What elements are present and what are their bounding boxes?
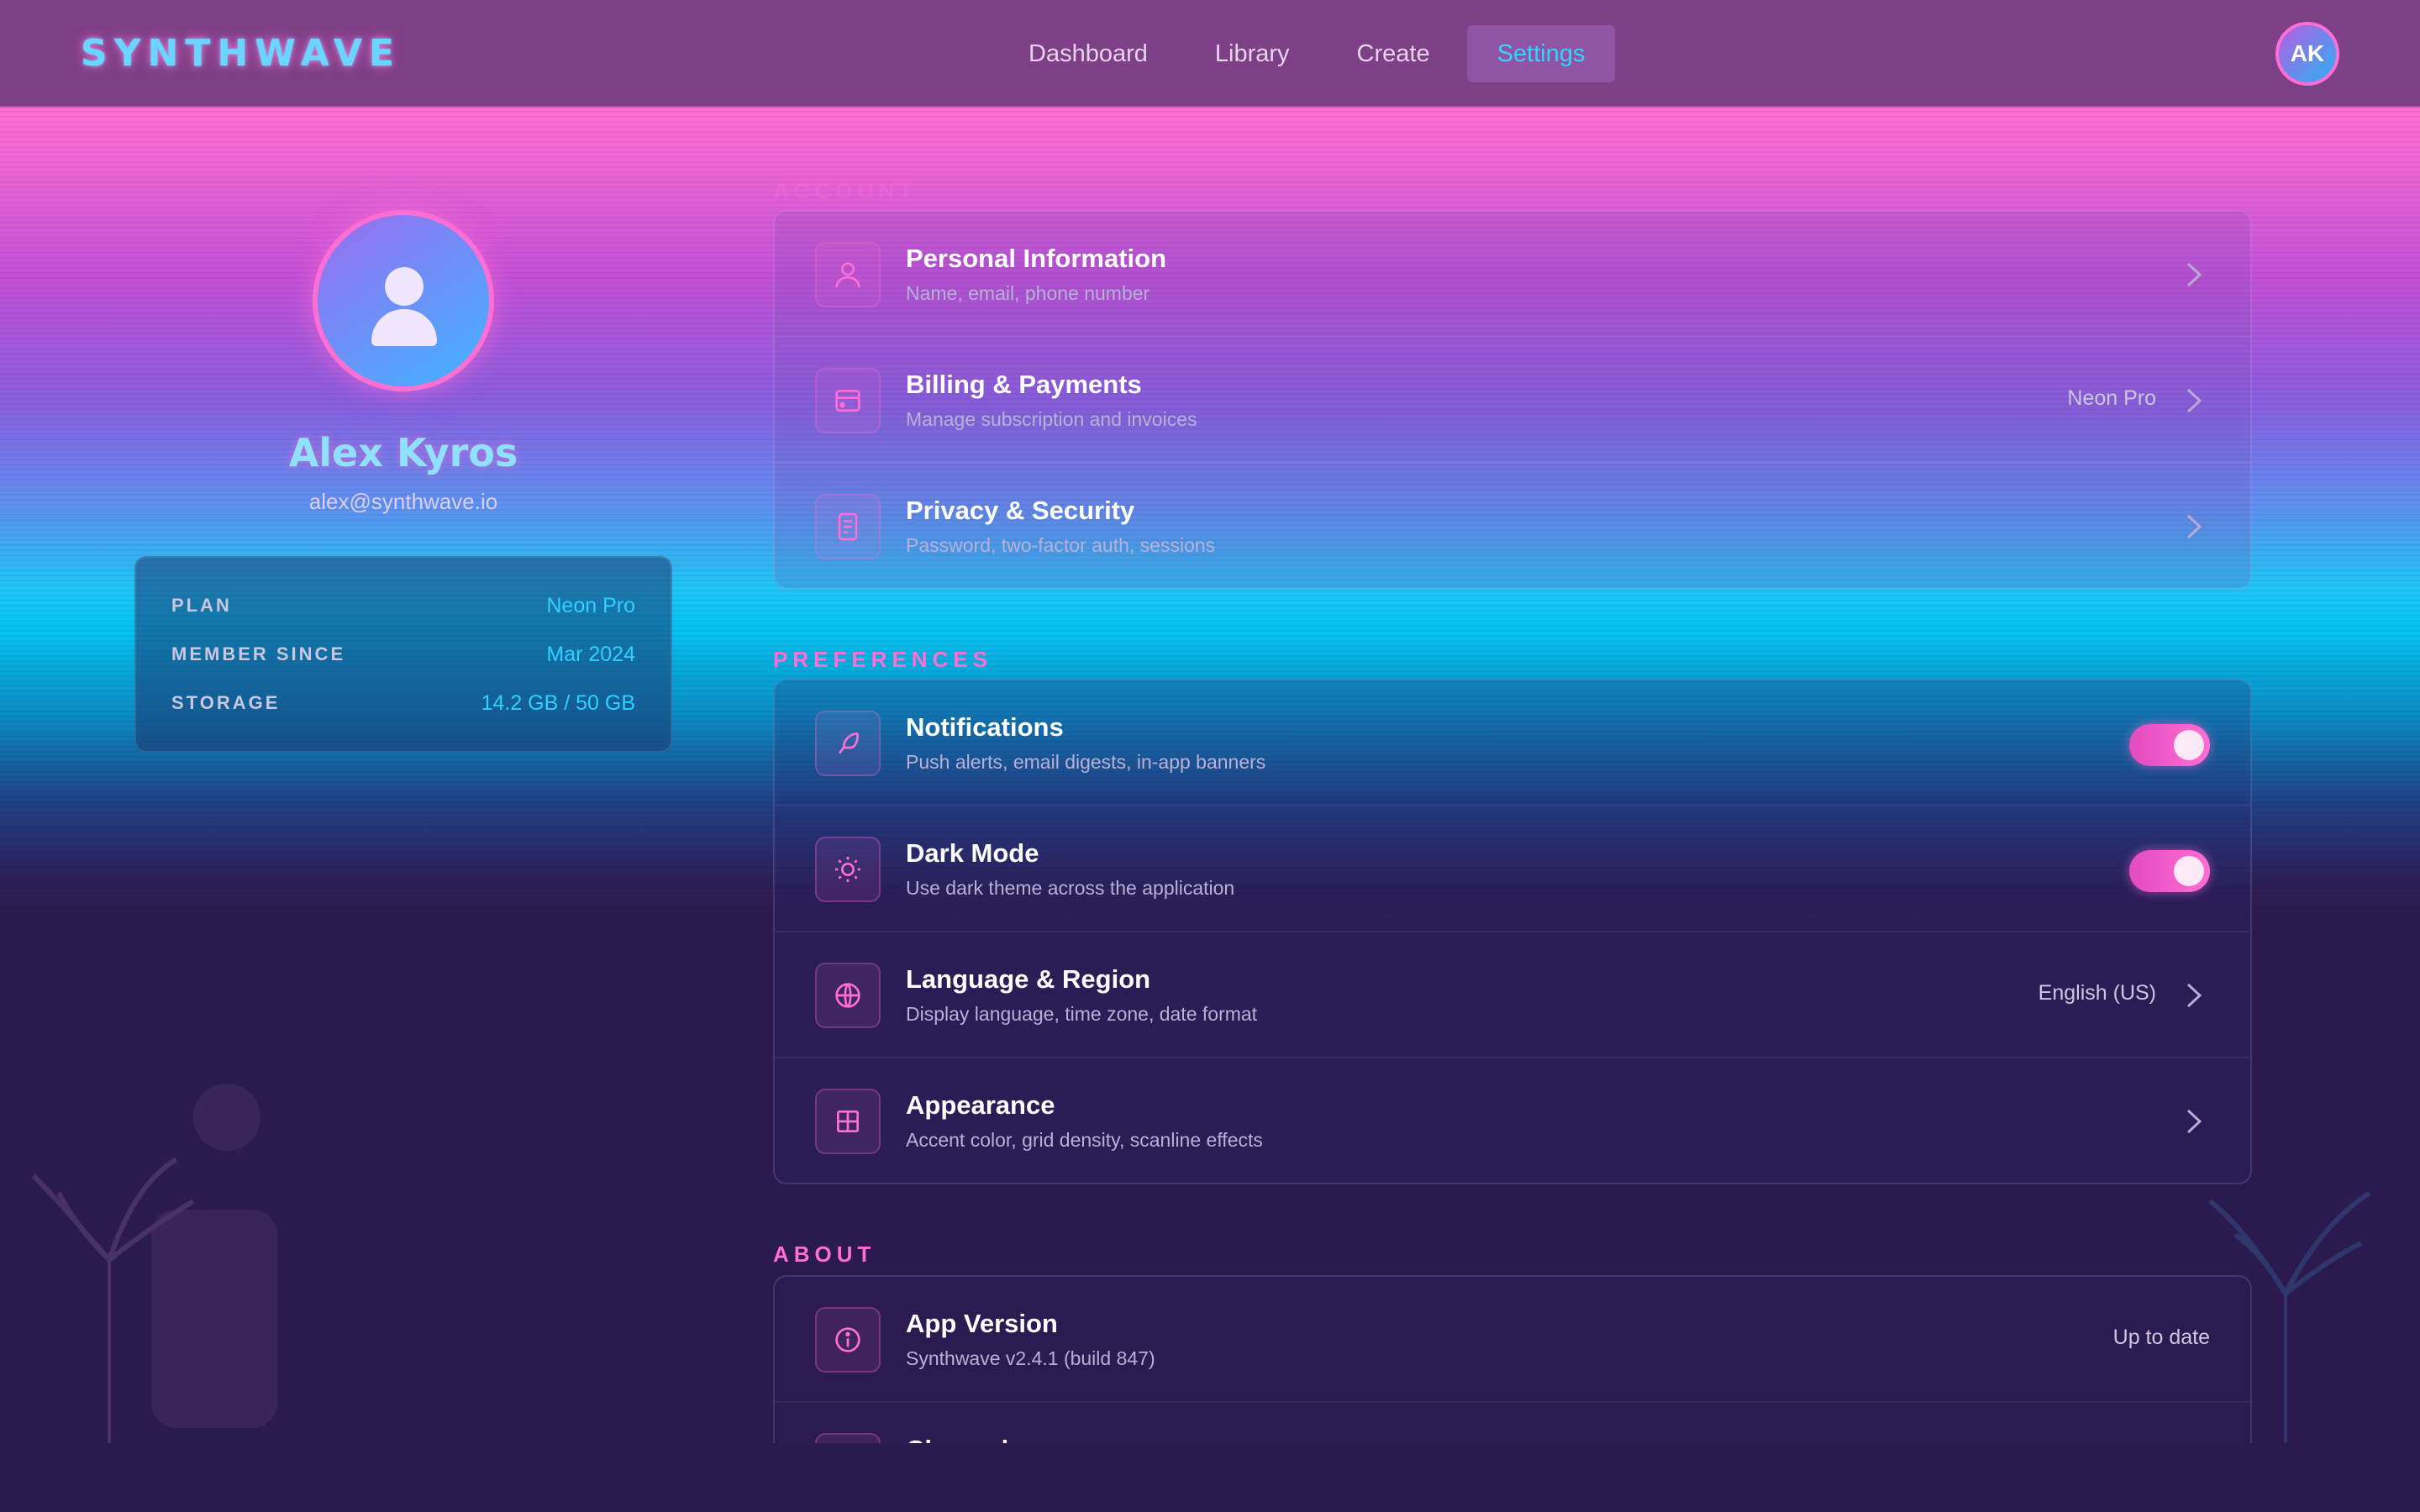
row-subtitle: Push alerts, email digests, in-app banne… xyxy=(906,751,1266,773)
row-title: Notifications xyxy=(906,712,1064,742)
row-subtitle: Use dark theme across the application xyxy=(906,877,1235,899)
row-subtitle: Display language, time zone, date format xyxy=(906,1003,1258,1025)
settings-row-app-version[interactable]: App Version Synthwave v2.4.1 (build 847)… xyxy=(775,1277,2250,1403)
settings-row-appearance[interactable]: Appearance Accent color, grid density, s… xyxy=(775,1058,2250,1184)
feather-icon xyxy=(815,711,881,776)
section-label-preferences: PREFERENCES xyxy=(773,647,993,672)
credit-card-icon xyxy=(815,368,881,433)
row-value: Up to date xyxy=(2112,1326,2210,1349)
settings-row-notifications: Notifications Push alerts, email digests… xyxy=(775,680,2250,806)
avatar-body-icon xyxy=(371,309,437,346)
info-icon xyxy=(815,1307,881,1373)
section-label-account: ACCOUNT xyxy=(773,178,918,203)
chevron-right-icon xyxy=(2186,514,2202,539)
row-subtitle: Synthwave v2.4.1 (build 847) xyxy=(906,1347,1155,1369)
dark-mode-toggle[interactable] xyxy=(2129,850,2210,892)
globe-icon xyxy=(815,963,881,1028)
document-lock-icon xyxy=(815,494,881,559)
tab-create[interactable]: Create xyxy=(1327,25,1460,82)
palm-left-decoration xyxy=(31,1084,277,1445)
user-icon xyxy=(815,242,881,307)
chevron-right-icon xyxy=(2186,983,2202,1008)
row-value: Neon Pro xyxy=(2067,386,2156,410)
stat-value: Neon Pro xyxy=(546,593,635,617)
avatar-head-icon xyxy=(385,267,424,306)
grid-icon xyxy=(815,1089,881,1154)
stat-row-member-since: MEMBER SINCE Mar 2024 xyxy=(171,630,635,679)
profile-email: alex@synthwave.io xyxy=(308,489,498,514)
stat-value: Mar 2024 xyxy=(546,642,635,666)
row-title: Billing & Payments xyxy=(906,370,1142,399)
settings-row-dark-mode: Dark Mode Use dark theme across the appl… xyxy=(775,806,2250,932)
app-logo[interactable]: SYNTHWAVE xyxy=(81,32,401,75)
notifications-toggle[interactable] xyxy=(2129,724,2210,766)
account-stats-card: PLAN Neon Pro MEMBER SINCE Mar 2024 STOR… xyxy=(134,556,672,753)
stat-row-storage: STORAGE 14.2 GB / 50 GB xyxy=(171,679,635,727)
preferences-settings-card: Notifications Push alerts, email digests… xyxy=(773,679,2252,1184)
profile-name: Alex Kyros xyxy=(288,430,518,475)
tab-library[interactable]: Library xyxy=(1185,25,1320,82)
chevron-right-icon xyxy=(2186,262,2202,287)
toggle-knob xyxy=(2174,730,2204,760)
row-subtitle: Name, email, phone number xyxy=(906,282,1150,304)
row-title: Appearance xyxy=(906,1090,1055,1120)
account-settings-card: Personal Information Name, email, phone … xyxy=(773,210,2252,590)
row-title: Privacy & Security xyxy=(906,496,1135,525)
settings-row-personal-information[interactable]: Personal Information Name, email, phone … xyxy=(775,212,2250,338)
top-nav-bar: SYNTHWAVE Dashboard Library Create Setti… xyxy=(0,0,2420,108)
toggle-knob xyxy=(2174,856,2204,886)
stat-row-plan: PLAN Neon Pro xyxy=(171,581,635,630)
stat-label: MEMBER SINCE xyxy=(171,643,346,664)
tab-settings[interactable]: Settings xyxy=(1466,25,1616,82)
page-bottom-mask xyxy=(0,1443,2420,1512)
stat-label: STORAGE xyxy=(171,692,281,713)
profile-avatar[interactable] xyxy=(313,210,494,391)
row-title: Dark Mode xyxy=(906,838,1039,868)
settings-page: SYNTHWAVE Dashboard Library Create Setti… xyxy=(0,0,2420,1512)
main-nav: Dashboard Library Create Settings xyxy=(998,25,1616,82)
chevron-right-icon xyxy=(2186,388,2202,413)
row-subtitle: Password, two-factor auth, sessions xyxy=(906,534,1216,556)
stat-value: 14.2 GB / 50 GB xyxy=(481,690,635,715)
sun-icon xyxy=(815,837,881,902)
stat-label: PLAN xyxy=(171,595,232,616)
settings-row-billing-payments[interactable]: Billing & Payments Manage subscription a… xyxy=(775,338,2250,464)
settings-row-privacy-security[interactable]: Privacy & Security Password, two-factor … xyxy=(775,464,2250,590)
row-title: Personal Information xyxy=(906,244,1167,273)
row-subtitle: Accent color, grid density, scanline eff… xyxy=(906,1129,1263,1151)
section-label-about: ABOUT xyxy=(773,1242,876,1267)
chevron-right-icon xyxy=(2186,1109,2202,1134)
settings-row-language-region[interactable]: Language & Region Display language, time… xyxy=(775,932,2250,1058)
row-title: Language & Region xyxy=(906,964,1151,994)
row-value: English (US) xyxy=(2038,981,2156,1005)
user-avatar-button[interactable]: AK xyxy=(2275,22,2339,86)
row-title: App Version xyxy=(906,1309,1058,1338)
tab-dashboard[interactable]: Dashboard xyxy=(998,25,1178,82)
row-subtitle: Manage subscription and invoices xyxy=(906,408,1197,430)
